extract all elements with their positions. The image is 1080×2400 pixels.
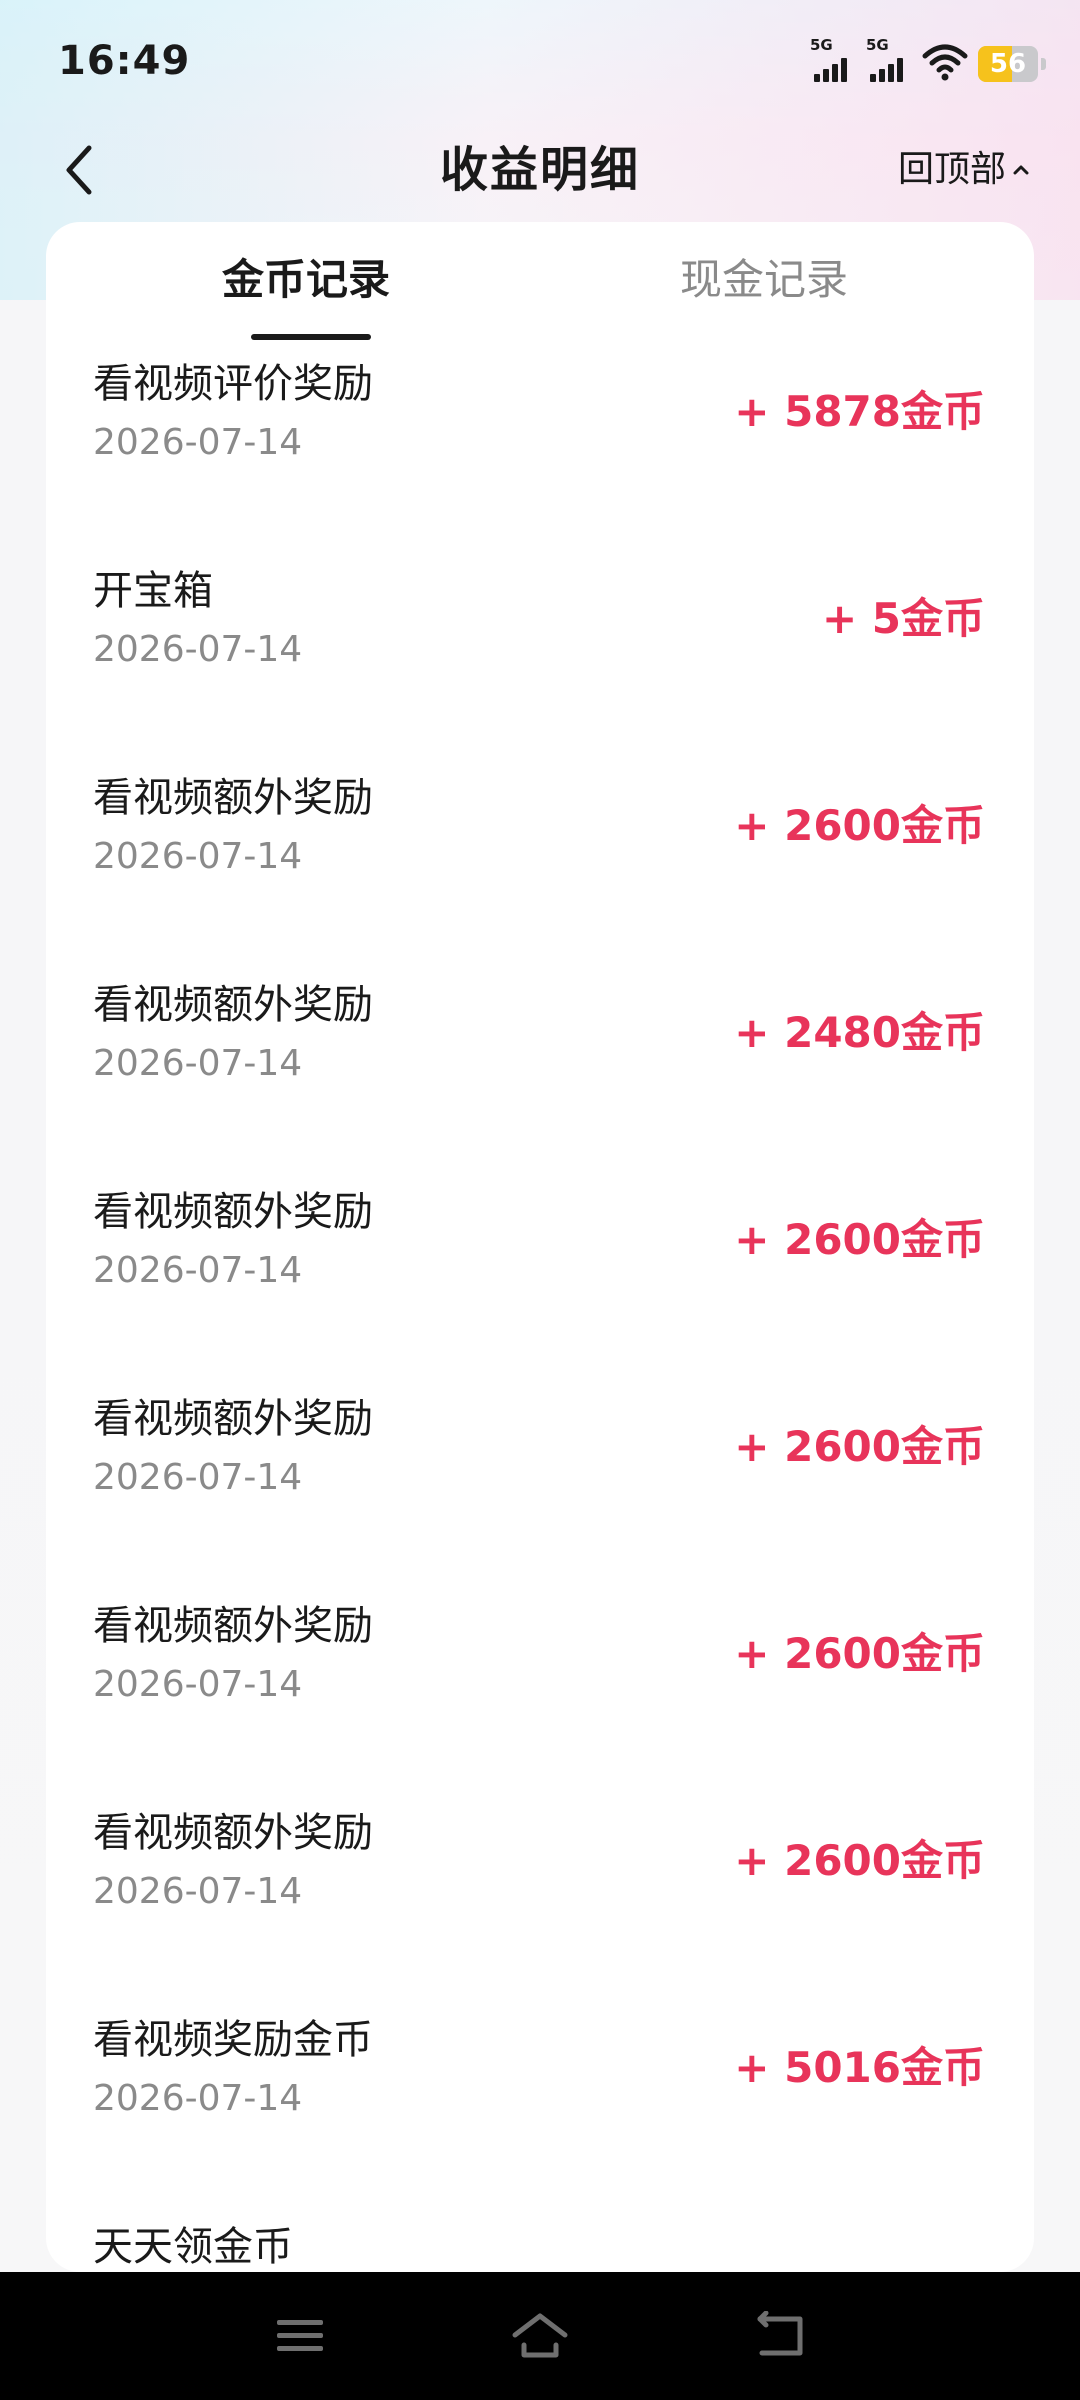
record-title: 看视频评价奖励 xyxy=(93,361,373,407)
signal-label: 5G xyxy=(866,36,889,54)
list-item: 开宝箱 2026-07-14 + 5金币 xyxy=(46,537,1034,744)
record-amount: + 5金币 xyxy=(821,594,985,643)
records-card: 金币记录 现金记录 看视频评价奖励 2026-07-14 + 5878金币 开宝… xyxy=(46,222,1034,2272)
status-time: 16:49 xyxy=(58,38,191,84)
chevron-up-icon xyxy=(1013,165,1029,175)
status-icons: 5G 5G 56 xyxy=(810,36,1046,82)
battery-level: 56 xyxy=(989,49,1027,79)
records-list[interactable]: 看视频评价奖励 2026-07-14 + 5878金币 开宝箱 2026-07-… xyxy=(46,342,1034,2272)
list-item: 天天领金币 2026-07-14 xyxy=(46,2193,1034,2272)
system-navigation-bar xyxy=(0,2272,1080,2400)
battery-icon: 56 xyxy=(978,46,1046,82)
record-title: 看视频额外奖励 xyxy=(93,982,373,1028)
record-date: 2026-07-14 xyxy=(93,422,303,463)
record-amount: + 5016金币 xyxy=(734,2043,985,2092)
record-amount: + 2480金币 xyxy=(734,1008,985,1057)
record-tabs: 金币记录 现金记录 xyxy=(46,222,1034,342)
record-amount: + 5878金币 xyxy=(734,387,985,436)
record-amount: + 2600金币 xyxy=(734,1422,985,1471)
record-amount: + 2600金币 xyxy=(734,801,985,850)
status-bar: 16:49 5G 5G 56 xyxy=(0,0,1080,125)
record-title: 看视频额外奖励 xyxy=(93,775,373,821)
record-date: 2026-07-14 xyxy=(93,2078,303,2119)
record-title: 看视频额外奖励 xyxy=(93,1396,373,1442)
record-date: 2026-07-14 xyxy=(93,1871,303,1912)
record-title: 开宝箱 xyxy=(93,568,213,614)
nav-menu-button[interactable] xyxy=(260,2296,340,2376)
back-to-top-button[interactable]: 回顶部 xyxy=(898,125,1030,215)
record-amount: + 2600金币 xyxy=(734,1629,985,1678)
list-item: 看视频额外奖励 2026-07-14 + 2600金币 xyxy=(46,744,1034,951)
list-item: 看视频额外奖励 2026-07-14 + 2600金币 xyxy=(46,1158,1034,1365)
back-icon xyxy=(757,2311,803,2356)
record-title: 看视频奖励金币 xyxy=(93,2017,373,2063)
active-tab-indicator xyxy=(251,334,371,340)
home-icon xyxy=(512,2313,568,2358)
record-date: 2026-07-14 xyxy=(93,1457,303,1498)
record-amount: + 2600金币 xyxy=(734,1836,985,1885)
list-item: 看视频额外奖励 2026-07-14 + 2600金币 xyxy=(46,1572,1034,1779)
list-item: 看视频额外奖励 2026-07-14 + 2480金币 xyxy=(46,951,1034,1158)
record-date: 2026-07-14 xyxy=(93,629,303,670)
nav-back-button[interactable] xyxy=(740,2296,820,2376)
tab-coin-records[interactable]: 金币记录 xyxy=(222,250,390,310)
record-title: 看视频额外奖励 xyxy=(93,1810,373,1856)
record-date: 2026-07-14 xyxy=(93,836,303,877)
nav-home-button[interactable] xyxy=(500,2296,580,2376)
list-item: 看视频评价奖励 2026-07-14 + 5878金币 xyxy=(46,342,1034,537)
signal-icon: 5G xyxy=(866,36,912,82)
tab-cash-records[interactable]: 现金记录 xyxy=(680,250,848,310)
record-title: 看视频额外奖励 xyxy=(93,1603,373,1649)
record-date: 2026-07-14 xyxy=(93,1250,303,1291)
record-title: 看视频额外奖励 xyxy=(93,1189,373,1235)
menu-icon xyxy=(277,2320,323,2351)
list-item: 看视频额外奖励 2026-07-14 + 2600金币 xyxy=(46,1365,1034,1572)
record-date: 2026-07-14 xyxy=(93,1664,303,1705)
signal-label: 5G xyxy=(810,36,833,54)
back-to-top-label: 回顶部 xyxy=(897,149,1006,190)
list-item: 看视频额外奖励 2026-07-14 + 2600金币 xyxy=(46,1779,1034,1986)
record-amount: + 2600金币 xyxy=(734,1215,985,1264)
earnings-detail-page: 16:49 5G 5G 56 收益明细 回顶部 金币记录 现金记录 看视频评价奖… xyxy=(0,0,1080,2400)
wifi-icon xyxy=(922,44,968,81)
header: 收益明细 回顶部 xyxy=(0,125,1080,220)
record-title: 天天领金币 xyxy=(93,2224,293,2270)
signal-icon: 5G xyxy=(810,36,856,82)
list-item: 看视频奖励金币 2026-07-14 + 5016金币 xyxy=(46,1986,1034,2193)
record-date: 2026-07-14 xyxy=(93,1043,303,1084)
